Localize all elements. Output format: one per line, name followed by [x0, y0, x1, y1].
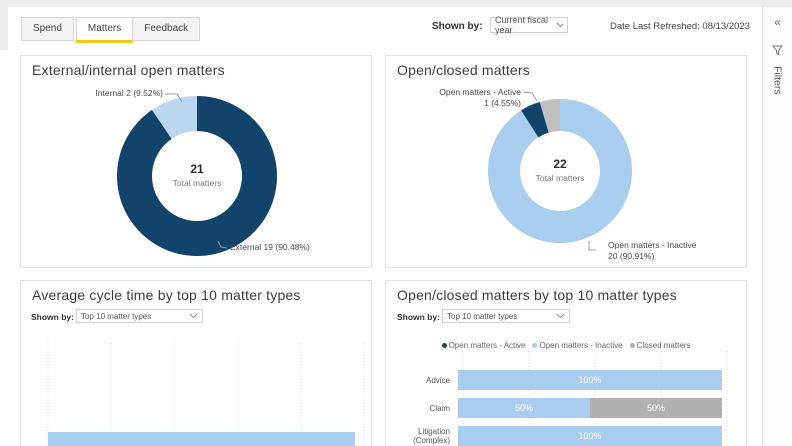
date-last-refreshed: Date Last Refreshed: 08/13/2023	[610, 21, 750, 32]
bar-segment[interactable]: 100%	[458, 370, 722, 390]
tab-spend[interactable]: Spend	[21, 17, 74, 41]
callout-internal: Internal 2 (9.52%)	[31, 88, 163, 99]
donut-center-total: 22 Total matters	[510, 157, 610, 183]
bar-track: 50%50%	[458, 398, 722, 418]
filters-pane-label[interactable]: Filters	[772, 66, 784, 95]
filters-pane: « Filters	[762, 7, 792, 446]
callout-open-active: Open matters - Active 1 (4.55%)	[386, 87, 521, 108]
shown-by-label: Shown by:	[432, 21, 483, 32]
panel-average-cycle-time: Average cycle time by top 10 matter type…	[20, 280, 372, 446]
panel-open-closed-matters: Open/closed matters 22 Total matters Ope…	[385, 55, 747, 268]
bar-track: 100%	[458, 426, 722, 446]
gridlines	[21, 281, 373, 446]
bar-segment[interactable]	[48, 432, 355, 446]
panel-open-closed-by-type: Open/closed matters by top 10 matter typ…	[385, 280, 747, 446]
bar-row: Advice100%	[391, 370, 741, 390]
callout-leader-line	[589, 241, 596, 250]
bar-category-label: Litigation (Complex)	[391, 427, 458, 445]
bar-segment[interactable]: 100%	[458, 426, 722, 446]
filter-funnel-icon[interactable]	[772, 45, 783, 56]
bar-segment[interactable]: 50%	[590, 398, 722, 418]
bar-category-label: Advice	[391, 376, 458, 385]
bar-segment[interactable]: 50%	[458, 398, 590, 418]
report-tabs: Spend Matters Feedback	[21, 17, 200, 41]
callout-external: External 19 (90.48%)	[230, 242, 310, 253]
bar-track	[48, 432, 365, 446]
callout-open-inactive: Open matters - Inactive 20 (90.91%)	[608, 240, 696, 261]
expand-pane-icon[interactable]: «	[774, 15, 781, 29]
callout-leader-line	[524, 92, 537, 101]
window-chrome-left	[0, 0, 8, 50]
panel-external-internal-open-matters: External/internal open matters 21 Total …	[20, 55, 372, 268]
tab-feedback[interactable]: Feedback	[132, 17, 200, 41]
fiscal-year-dropdown[interactable]: Current fiscal year	[490, 17, 568, 33]
bar-row: Litigation (Complex)100%	[391, 426, 741, 446]
fiscal-year-value: Current fiscal year	[495, 15, 556, 35]
bar-row: Claim50%50%	[391, 398, 741, 418]
chevron-down-icon	[556, 22, 563, 28]
donut-center-total: 21 Total matters	[147, 162, 247, 188]
bar-track: 100%	[458, 370, 722, 390]
tab-matters[interactable]: Matters	[76, 17, 133, 41]
window-chrome-top	[0, 0, 792, 7]
stacked-bar-chart: Advice100%Claim50%50%Litigation (Complex…	[391, 370, 741, 446]
bar-category-label: Claim	[391, 404, 458, 413]
